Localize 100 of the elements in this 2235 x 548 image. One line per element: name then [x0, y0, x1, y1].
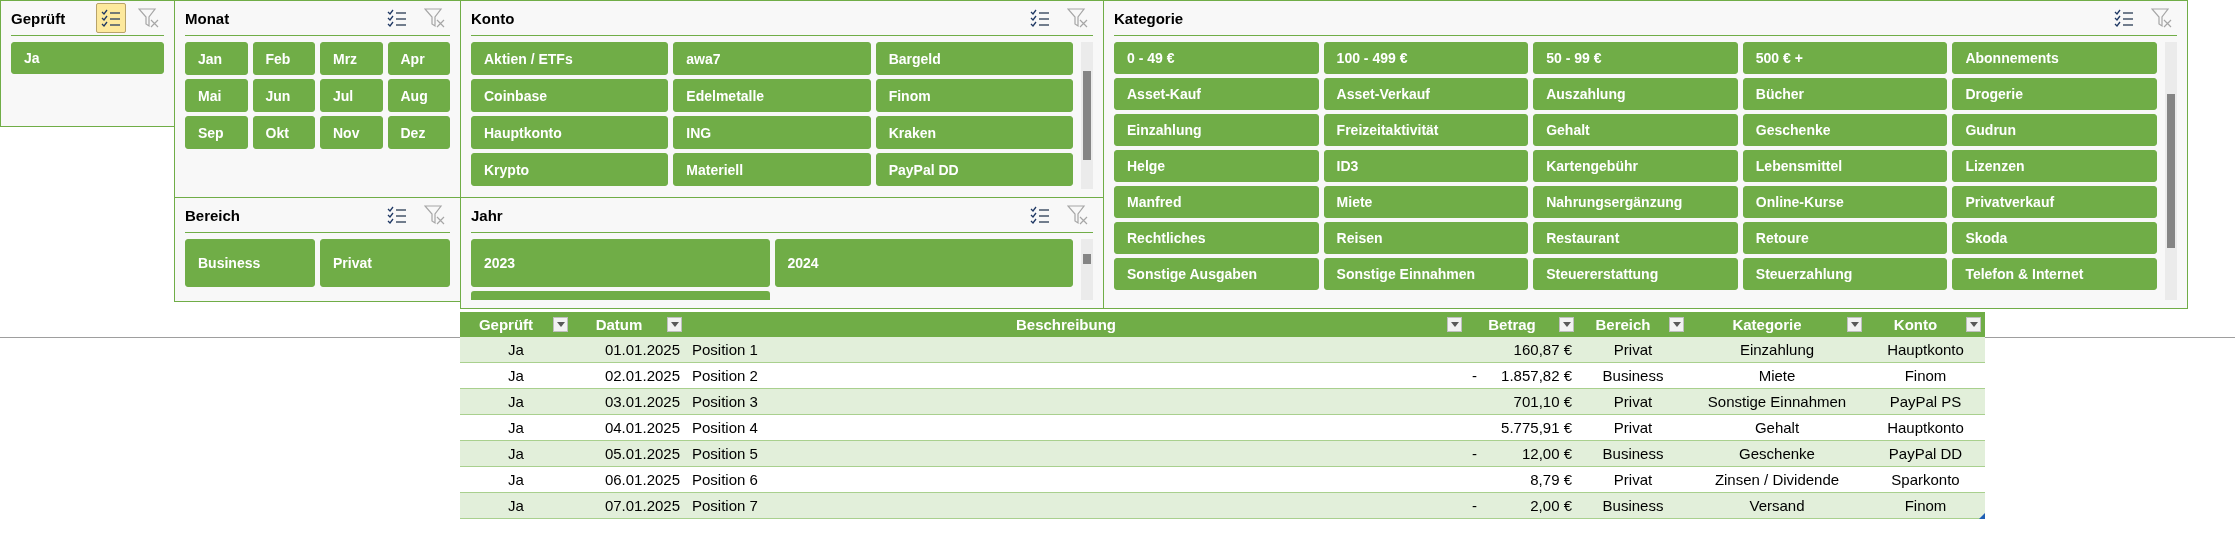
caret-icon — [556, 322, 565, 327]
clear-filter-icon — [424, 205, 446, 225]
account-cell: Finom — [1904, 367, 1947, 384]
filter-dropdown-button[interactable] — [1559, 317, 1574, 332]
slicer-item[interactable]: Freizeitaktivität — [1323, 114, 1529, 146]
slicer-item[interactable]: 0 - 49 € — [1114, 42, 1319, 74]
slicer-title: Bereich — [185, 206, 241, 224]
slicer-item[interactable]: Kartengebühr — [1533, 150, 1738, 182]
slicer-item[interactable]: Jun — [252, 79, 315, 112]
slicer-item[interactable]: Nov — [320, 116, 383, 149]
account-cell: Finom — [1904, 497, 1947, 514]
slicer-item[interactable]: Sonstige Einnahmen — [1323, 258, 1529, 290]
slicer-item[interactable]: Gudrun — [1952, 114, 2157, 146]
slicer-item[interactable]: 2024 — [774, 239, 1073, 287]
caret-icon — [1672, 322, 1681, 327]
slicer-item[interactable]: Gehalt — [1533, 114, 1738, 146]
filter-dropdown-button[interactable] — [1669, 317, 1684, 332]
slicer-item[interactable]: Dez — [387, 116, 450, 149]
slicer-item[interactable]: Lebensmittel — [1742, 150, 1948, 182]
category-cell: Zinsen / Dividende — [1714, 471, 1840, 488]
slicer-item[interactable]: awa7 — [673, 42, 871, 75]
slicer-item[interactable]: Drogerie — [1952, 78, 2157, 110]
slicer-item[interactable]: 100 - 499 € — [1323, 42, 1529, 74]
amount-cell: 12,00 € — [1521, 445, 1572, 462]
scrollbar[interactable] — [1081, 42, 1093, 189]
slicer-item[interactable]: Privat — [320, 239, 450, 287]
slicer-item[interactable]: Jul — [320, 79, 383, 112]
slicer-item[interactable]: ID3 — [1323, 150, 1529, 182]
slicer-item[interactable]: Bücher — [1742, 78, 1948, 110]
slicer-item[interactable]: Reisen — [1323, 222, 1529, 254]
slicer-item[interactable]: Aug — [387, 79, 450, 112]
resize-handle-icon[interactable] — [1979, 513, 1985, 519]
clear-filter-icon — [1067, 205, 1089, 225]
slicer-item[interactable]: Steuerzahlung — [1742, 258, 1948, 290]
checked-cell: Ja — [508, 497, 524, 514]
account-cell: Hauptkonto — [1887, 341, 1964, 358]
checklist-icon — [2114, 9, 2134, 27]
slicer-item[interactable]: Asset-Verkauf — [1323, 78, 1529, 110]
slicer-item[interactable]: Okt — [252, 116, 315, 149]
scrollbar[interactable] — [2165, 42, 2177, 300]
area-cell: Business — [1602, 367, 1664, 384]
slicer-item[interactable]: Business — [185, 239, 315, 287]
slicer-item[interactable]: Apr — [387, 42, 450, 75]
slicer-item[interactable]: Manfred — [1114, 186, 1319, 218]
slicer-item[interactable]: Sep — [185, 116, 248, 149]
column-title: Beschreibung — [1016, 316, 1116, 333]
slicer-item[interactable]: Restaurant — [1533, 222, 1738, 254]
slicer-item[interactable]: Telefon & Internet — [1952, 258, 2157, 290]
slicer-item[interactable]: Rechtliches — [1114, 222, 1319, 254]
slicer-item[interactable]: Auszahlung — [1533, 78, 1738, 110]
column-title: Datum — [595, 316, 643, 333]
slicer-item[interactable]: Sonstige Ausgaben — [1114, 258, 1319, 290]
slicer-item[interactable]: Edelmetalle — [673, 79, 871, 112]
slicer-item[interactable]: Helge — [1114, 150, 1319, 182]
slicer-item[interactable]: Mai — [185, 79, 248, 112]
slicer-item[interactable]: Online-Kurse — [1742, 186, 1948, 218]
slicer-item[interactable]: Privatverkauf — [1952, 186, 2157, 218]
filter-dropdown-button[interactable] — [553, 317, 568, 332]
category-cell: Einzahlung — [1739, 341, 1815, 358]
slicer-item[interactable]: PayPal DD — [875, 153, 1073, 186]
slicer-item[interactable]: Materiell — [673, 153, 871, 186]
slicer-item[interactable]: Lizenzen — [1952, 150, 2157, 182]
filter-dropdown-button[interactable] — [1966, 317, 1981, 332]
slicer-item[interactable]: 50 - 99 € — [1533, 42, 1738, 74]
filter-dropdown-button[interactable] — [667, 317, 682, 332]
slicer-item[interactable]: Feb — [252, 42, 315, 75]
slicer-item[interactable]: Ja — [11, 42, 164, 74]
slicer-item[interactable]: Steuererstattung — [1533, 258, 1738, 290]
category-cell: Gehalt — [1754, 419, 1800, 436]
slicer-item[interactable]: Einzahlung — [1114, 114, 1319, 146]
category-cell: Sonstige Einnahmen — [1707, 393, 1847, 410]
slicer-item[interactable]: Bargeld — [875, 42, 1073, 75]
category-cell: Geschenke — [1739, 445, 1815, 462]
filter-dropdown-button[interactable] — [1847, 317, 1862, 332]
slicer-item[interactable]: Asset-Kauf — [1114, 78, 1319, 110]
slicer-item[interactable]: Mrz — [320, 42, 383, 75]
slicer-item[interactable]: Abonnements — [1952, 42, 2157, 74]
slicer-item[interactable]: Hauptkonto — [471, 116, 669, 149]
slicer-item[interactable]: Krypto — [471, 153, 669, 186]
slicer-item[interactable]: Aktien / ETFs — [471, 42, 669, 75]
area-cell: Privat — [1613, 419, 1653, 436]
scrollbar[interactable] — [1081, 239, 1093, 300]
slicer-item[interactable]: 2023 — [471, 239, 770, 287]
slicer-item[interactable]: Coinbase — [471, 79, 669, 112]
slicer-item[interactable]: Retoure — [1742, 222, 1948, 254]
slicer-item[interactable]: Miete — [1323, 186, 1529, 218]
multi-select-button[interactable] — [96, 3, 126, 33]
slicer-item[interactable]: ING — [673, 116, 871, 149]
amount-cell: 160,87 € — [1513, 341, 1572, 358]
caret-icon — [1850, 322, 1859, 327]
checklist-icon — [1030, 9, 1050, 27]
slicer-item[interactable]: Kraken — [875, 116, 1073, 149]
slicer-item[interactable]: 500 € + — [1742, 42, 1948, 74]
slicer-item[interactable]: Nahrungsergänzung — [1533, 186, 1738, 218]
slicer-item[interactable]: Finom — [875, 79, 1073, 112]
slicer-item[interactable]: Geschenke — [1742, 114, 1948, 146]
slicer-item[interactable]: Skoda — [1952, 222, 2157, 254]
filter-dropdown-button[interactable] — [1447, 317, 1462, 332]
slicer-item[interactable]: Jan — [185, 42, 248, 75]
slicer-title: Kategorie — [1114, 9, 1184, 27]
